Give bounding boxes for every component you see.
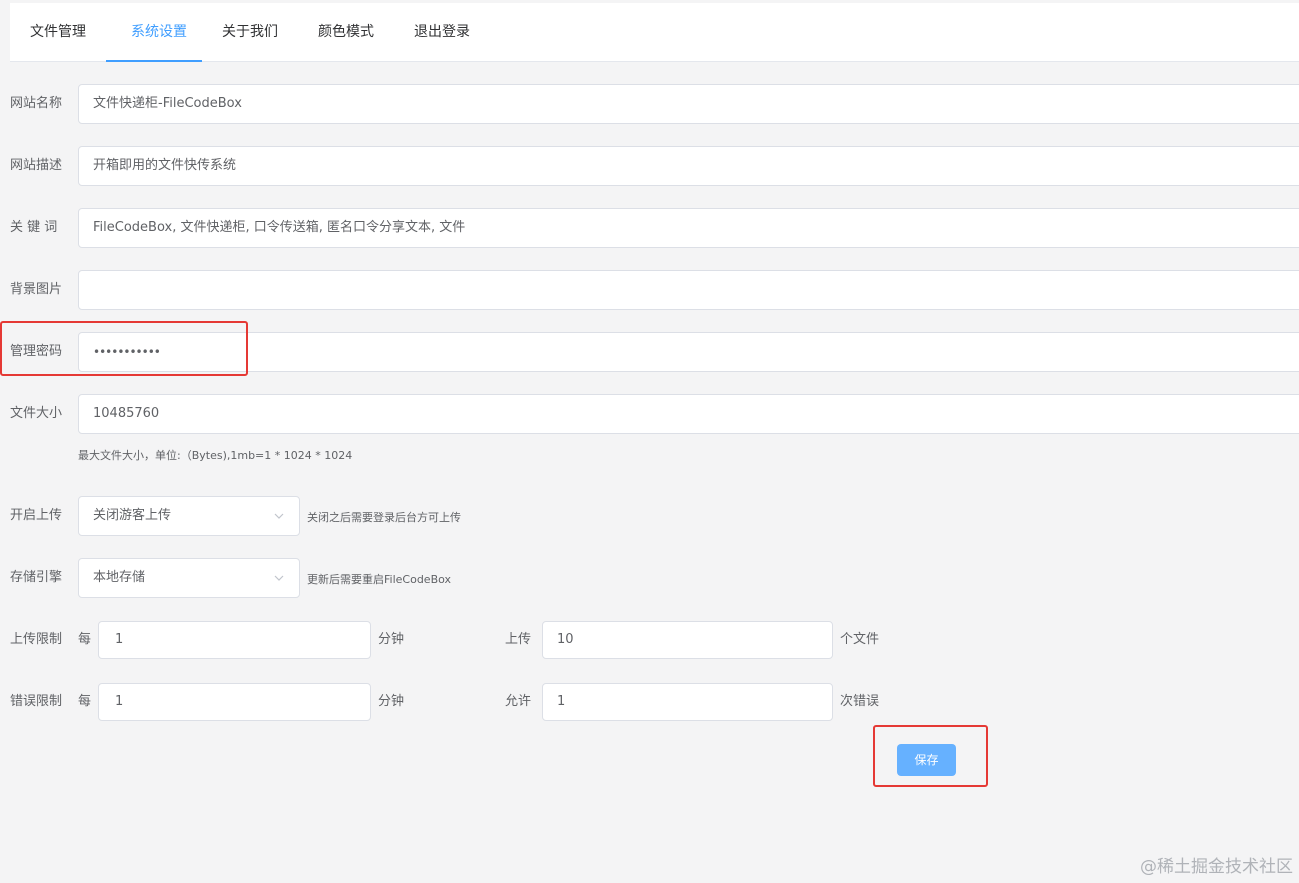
storage-engine-label: 存储引擎 bbox=[10, 570, 63, 585]
background-image-input[interactable] bbox=[78, 270, 1299, 310]
site-name-input[interactable]: 文件快递柜-FileCodeBox bbox=[78, 84, 1299, 124]
tab-about-us[interactable]: 关于我们 bbox=[222, 3, 278, 61]
upload-limit-count-unit: 个文件 bbox=[840, 632, 880, 647]
error-limit-per: 每 bbox=[78, 694, 92, 709]
active-tab-indicator bbox=[106, 60, 202, 62]
tab-logout[interactable]: 退出登录 bbox=[414, 3, 470, 61]
site-name-label: 网站名称 bbox=[10, 96, 63, 111]
enable-upload-label: 开启上传 bbox=[10, 508, 63, 523]
file-size-input[interactable]: 10485760 bbox=[78, 394, 1299, 434]
chevron-down-icon bbox=[274, 513, 284, 519]
site-description-input[interactable]: 开箱即用的文件快传系统 bbox=[78, 146, 1299, 186]
upload-limit-count-input[interactable]: 10 bbox=[542, 621, 833, 659]
enable-upload-value: 关闭游客上传 bbox=[93, 508, 172, 523]
storage-engine-value: 本地存储 bbox=[93, 570, 146, 585]
top-tabs: 文件管理 系统设置 关于我们 颜色模式 退出登录 bbox=[10, 3, 1299, 62]
password-highlight-box bbox=[0, 321, 248, 376]
error-limit-count-unit: 次错误 bbox=[840, 694, 880, 709]
keywords-input[interactable]: FileCodeBox, 文件快递柜, 口令传送箱, 匿名口令分享文本, 文件 bbox=[78, 208, 1299, 248]
storage-engine-hint: 更新后需要重启FileCodeBox bbox=[307, 573, 452, 586]
watermark: @稀土掘金技术社区 bbox=[1140, 857, 1293, 877]
error-limit-minutes-unit: 分钟 bbox=[378, 694, 405, 709]
error-limit-minutes-input[interactable]: 1 bbox=[98, 683, 371, 721]
enable-upload-select[interactable]: 关闭游客上传 bbox=[78, 496, 300, 536]
error-limit-allow-label: 允许 bbox=[505, 694, 532, 709]
upload-limit-allow-label: 上传 bbox=[505, 632, 532, 647]
upload-limit-label: 上传限制 bbox=[10, 632, 63, 647]
file-size-hint: 最大文件大小，单位:（Bytes),1mb=1 * 1024 * 1024 bbox=[78, 449, 353, 462]
background-image-label: 背景图片 bbox=[10, 282, 63, 297]
error-limit-count-input[interactable]: 1 bbox=[542, 683, 833, 721]
file-size-label: 文件大小 bbox=[10, 406, 63, 421]
enable-upload-hint: 关闭之后需要登录后台方可上传 bbox=[307, 511, 461, 524]
save-highlight-box bbox=[873, 725, 988, 787]
admin-password-input[interactable]: ••••••••••• bbox=[78, 332, 1299, 372]
storage-engine-select[interactable]: 本地存储 bbox=[78, 558, 300, 598]
upload-limit-minutes-unit: 分钟 bbox=[378, 632, 405, 647]
site-description-label: 网站描述 bbox=[10, 158, 63, 173]
upload-limit-minutes-input[interactable]: 1 bbox=[98, 621, 371, 659]
tab-file-management[interactable]: 文件管理 bbox=[30, 3, 86, 61]
keywords-label: 关 键 词 bbox=[10, 220, 58, 235]
tab-color-mode[interactable]: 颜色模式 bbox=[318, 3, 374, 61]
chevron-down-icon bbox=[274, 575, 284, 581]
tab-system-settings[interactable]: 系统设置 bbox=[116, 3, 202, 61]
error-limit-label: 错误限制 bbox=[10, 694, 63, 709]
upload-limit-per: 每 bbox=[78, 632, 92, 647]
